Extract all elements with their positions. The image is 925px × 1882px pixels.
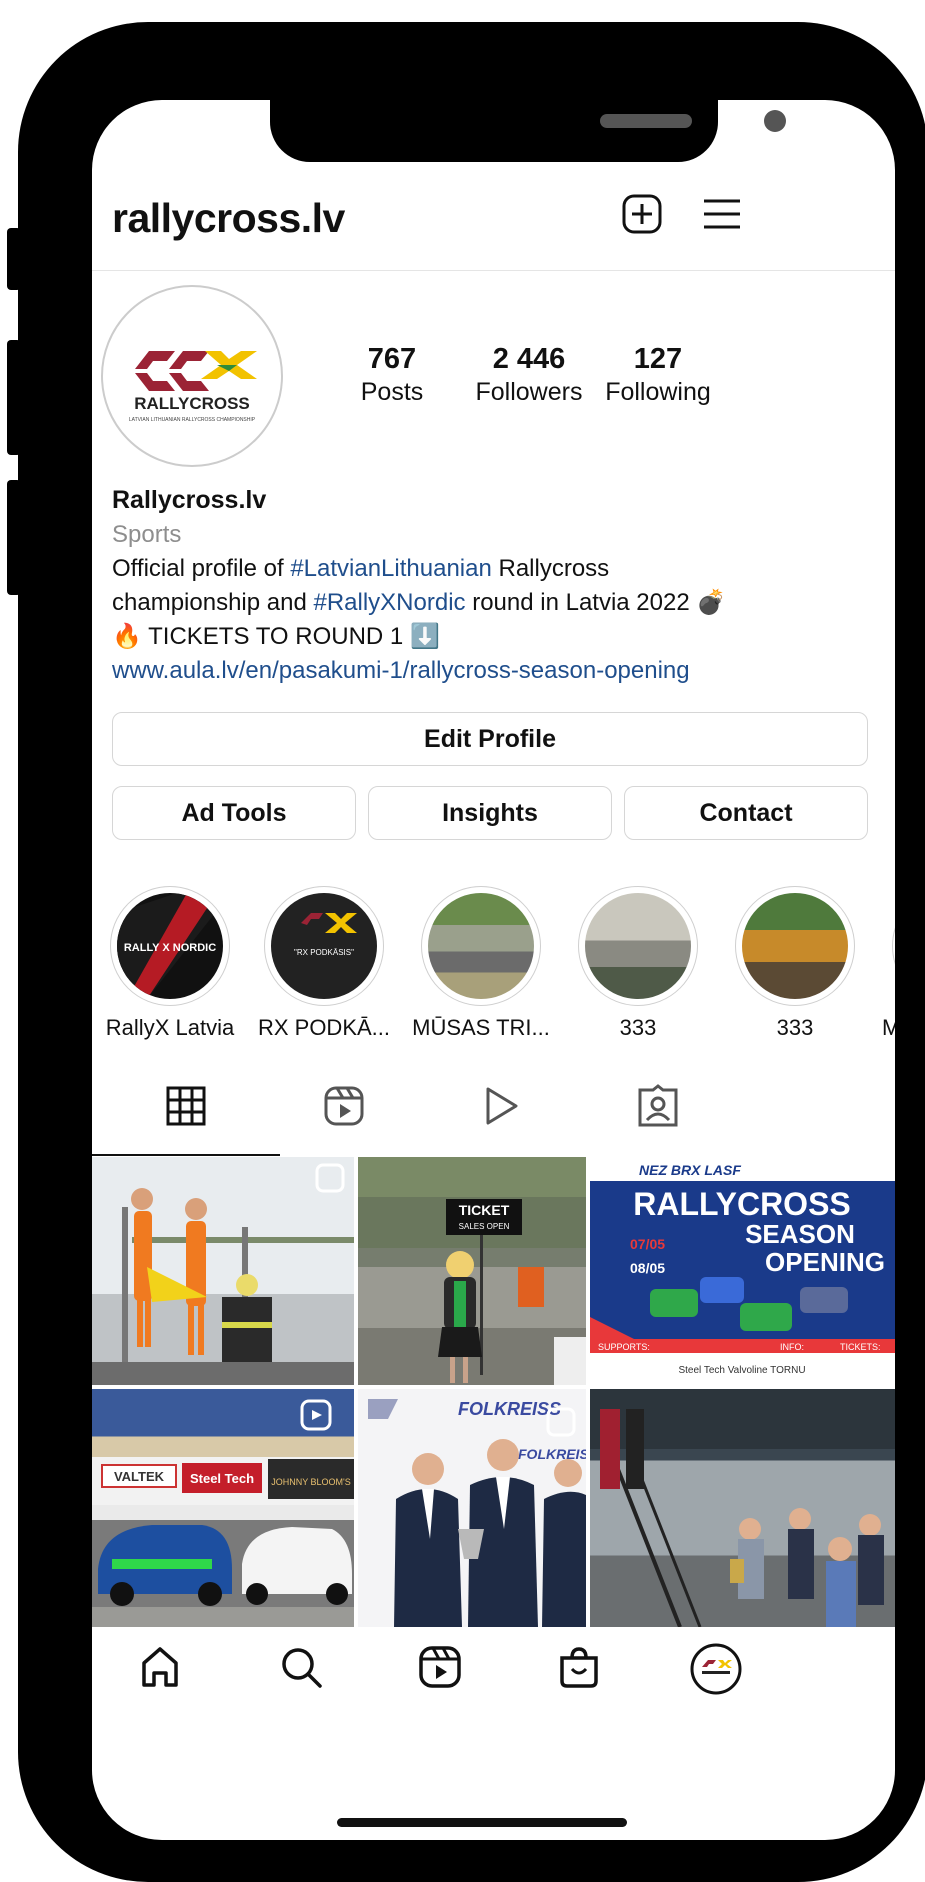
- svg-text:SEASON: SEASON: [745, 1219, 855, 1249]
- svg-text:OPENING: OPENING: [765, 1247, 885, 1277]
- svg-text:Steel Tech Valvoline TORNU: Steel Tech Valvoline TORNU: [678, 1365, 805, 1376]
- hamburger-icon[interactable]: [700, 192, 744, 236]
- bio-line-2: championship and #RallyXNordic round in …: [112, 589, 727, 616]
- svg-text:LATVIAN LITHUANIAN RALLYCROSS: LATVIAN LITHUANIAN RALLYCROSS CHAMPIONSH…: [129, 417, 256, 423]
- active-tab-indicator: [92, 1154, 280, 1156]
- highlight-rx-podkasis[interactable]: "RX PODKĀSIS": [264, 886, 384, 1006]
- profile-bio: Official profile of #LatvianLithuanian R…: [112, 552, 882, 688]
- highlight-label: M: [882, 1015, 895, 1040]
- rallycross-logo: RALLYCROSS LATVIAN LITHUANIAN RALLYCROSS…: [129, 351, 257, 423]
- highlight-label: RX PODKĀ...: [257, 1015, 391, 1040]
- svg-text:SALES OPEN: SALES OPEN: [459, 1222, 510, 1231]
- notch: [270, 100, 786, 162]
- svg-text:08/05: 08/05: [630, 1260, 665, 1276]
- svg-text:NEZ BRX LASF: NEZ BRX LASF: [639, 1162, 741, 1178]
- stat-posts[interactable]: 767 Posts: [332, 343, 452, 407]
- post-thumbnail[interactable]: NEZ BRX LASF RALLYCROSS SEASON OPENING 0…: [590, 1157, 895, 1385]
- posts-count: 767: [367, 343, 417, 375]
- stat-following[interactable]: 127 Following: [588, 343, 728, 407]
- home-icon[interactable]: [135, 1642, 185, 1692]
- posts-grid: TICKET SALES OPEN NEZ BRX LASF RALLYCROS…: [92, 1157, 895, 1627]
- svg-text:RALLYCROSS: RALLYCROSS: [134, 394, 250, 413]
- following-count: 127: [633, 343, 683, 375]
- profile-category: Sports: [112, 521, 182, 548]
- svg-text:RALLY X NORDIC: RALLY X NORDIC: [124, 942, 216, 954]
- highlight-label: MŪSAS TRI...: [412, 1015, 550, 1040]
- following-label: Following: [605, 378, 711, 406]
- svg-text:FOLKREISS: FOLKREISS: [518, 1446, 586, 1462]
- highlight-333-a[interactable]: [578, 886, 698, 1006]
- reels-icon[interactable]: [320, 1082, 368, 1130]
- svg-text:07/05: 07/05: [630, 1236, 665, 1252]
- followers-count: 2 446: [492, 343, 566, 375]
- svg-text:SUPPORTS:: SUPPORTS:: [598, 1342, 650, 1352]
- svg-text:INFO:: INFO:: [780, 1342, 804, 1352]
- edit-profile-button[interactable]: Edit Profile: [112, 712, 868, 766]
- play-icon[interactable]: [477, 1082, 525, 1130]
- highlight-partial[interactable]: [892, 886, 895, 1006]
- svg-text:"RX PODKĀSIS": "RX PODKĀSIS": [294, 948, 354, 957]
- profile-avatar[interactable]: RALLYCROSS LATVIAN LITHUANIAN RALLYCROSS…: [101, 285, 283, 467]
- bio-line-3: 🔥 TICKETS TO ROUND 1 ⬇️: [112, 623, 440, 650]
- followers-label: Followers: [475, 378, 583, 406]
- profile-username: rallycross.lv: [112, 195, 345, 241]
- post-thumbnail[interactable]: VALTEK Steel Tech JOHNNY BLOOM'S: [92, 1389, 354, 1627]
- svg-text:RALLYCROSS: RALLYCROSS: [633, 1186, 851, 1222]
- post-thumbnail[interactable]: TICKET SALES OPEN: [358, 1157, 586, 1385]
- bio-link[interactable]: www.aula.lv/en/pasakumi-1/rallycross-sea…: [112, 654, 882, 688]
- phone-screen: rallycross.lv RALLYCROSS LATVIAN LITHUAN…: [92, 100, 895, 1840]
- highlight-rallyx-latvia[interactable]: RALLY X NORDIC: [110, 886, 230, 1006]
- highlight-label: 333: [776, 1015, 814, 1040]
- post-thumbnail[interactable]: [92, 1157, 354, 1385]
- svg-text:Steel Tech: Steel Tech: [190, 1471, 254, 1486]
- search-icon[interactable]: [276, 1642, 326, 1692]
- highlight-333-b[interactable]: [735, 886, 855, 1006]
- post-thumbnail[interactable]: FOLKREISS FOLKREISS: [358, 1389, 586, 1627]
- header-divider: [92, 270, 895, 271]
- front-camera: [764, 110, 786, 132]
- profile-avatar-icon[interactable]: [689, 1642, 743, 1696]
- hashtag-rallyxnordic[interactable]: #RallyXNordic: [313, 589, 465, 616]
- shop-icon[interactable]: [554, 1642, 604, 1692]
- bio-line-1: Official profile of #LatvianLithuanian R…: [112, 555, 610, 582]
- stat-followers[interactable]: 2 446 Followers: [454, 343, 604, 407]
- insights-button[interactable]: Insights: [368, 786, 612, 840]
- hashtag-latvianlithuanian[interactable]: #LatvianLithuanian: [290, 555, 492, 582]
- phone-frame: rallycross.lv RALLYCROSS LATVIAN LITHUAN…: [18, 22, 925, 1882]
- tagged-person-icon[interactable]: [634, 1082, 682, 1130]
- svg-text:FOLKREISS: FOLKREISS: [458, 1399, 561, 1419]
- highlight-label: 333: [619, 1015, 657, 1040]
- grid-icon[interactable]: [162, 1082, 210, 1130]
- svg-text:VALTEK: VALTEK: [114, 1469, 165, 1484]
- ad-tools-button[interactable]: Ad Tools: [112, 786, 356, 840]
- contact-button[interactable]: Contact: [624, 786, 868, 840]
- posts-label: Posts: [360, 378, 424, 406]
- profile-name: Rallycross.lv: [112, 486, 267, 514]
- highlight-label: RallyX Latvia: [105, 1015, 235, 1040]
- home-indicator: [337, 1818, 627, 1827]
- svg-text:TICKETS:: TICKETS:: [840, 1342, 881, 1352]
- reels-icon[interactable]: [415, 1642, 465, 1692]
- speaker: [600, 114, 692, 128]
- plus-square-icon[interactable]: [620, 192, 664, 236]
- post-thumbnail[interactable]: [590, 1389, 895, 1627]
- svg-text:TICKET: TICKET: [459, 1202, 510, 1218]
- svg-text:JOHNNY BLOOM'S: JOHNNY BLOOM'S: [271, 1477, 351, 1487]
- highlight-musas-tri[interactable]: [421, 886, 541, 1006]
